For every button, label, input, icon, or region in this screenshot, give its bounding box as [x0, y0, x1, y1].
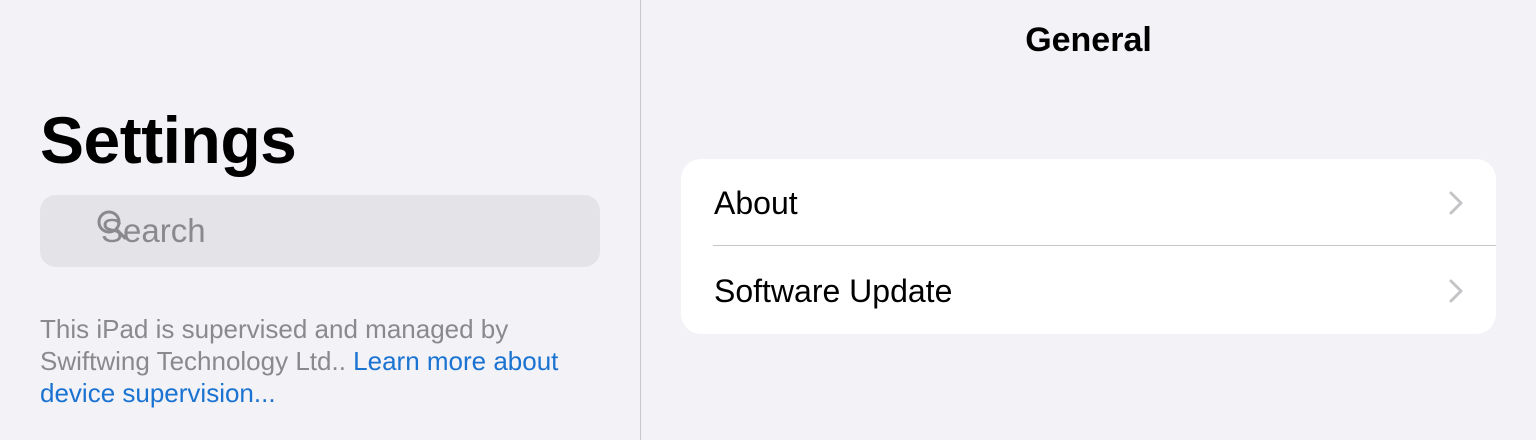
supervision-note: This iPad is supervised and managed by S… — [40, 313, 580, 409]
general-detail-pane: General About Software Update — [641, 0, 1536, 440]
search-input[interactable]: Search — [101, 195, 206, 267]
chevron-right-icon — [1448, 190, 1464, 216]
navigation-title: General — [1025, 21, 1152, 59]
about-label: About — [714, 185, 798, 221]
software-update-row[interactable]: Software Update — [681, 247, 1496, 334]
about-row[interactable]: About — [681, 159, 1496, 246]
settings-group: About Software Update — [681, 159, 1496, 334]
page-title: Settings — [40, 103, 297, 177]
software-update-label: Software Update — [714, 273, 953, 309]
chevron-right-icon — [1448, 278, 1464, 304]
settings-sidebar: Settings Search This iPad is supervised … — [0, 0, 640, 440]
row-separator — [713, 245, 1496, 246]
search-field[interactable]: Search — [40, 195, 600, 267]
